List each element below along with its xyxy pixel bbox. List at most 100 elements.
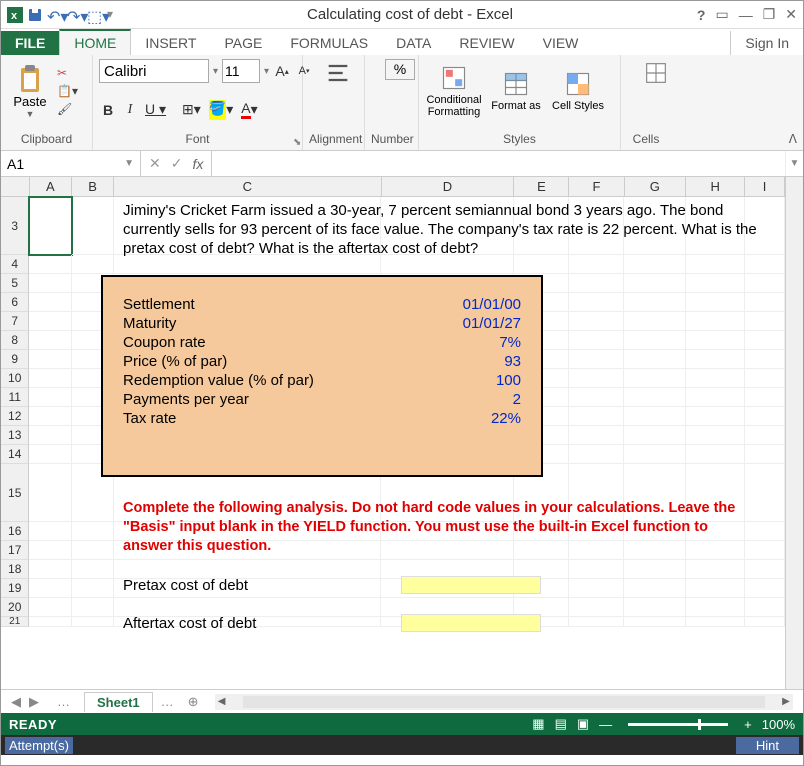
alignment-button[interactable]: [309, 59, 367, 89]
row-header[interactable]: 4: [1, 255, 29, 274]
row-header[interactable]: 7: [1, 312, 29, 331]
view-page-layout-icon[interactable]: ▤: [555, 716, 567, 732]
row-header[interactable]: 13: [1, 426, 29, 445]
input-value[interactable]: 93: [441, 353, 521, 370]
tab-home[interactable]: HOME: [59, 29, 131, 55]
col-header[interactable]: G: [625, 177, 687, 196]
input-label: Settlement: [123, 296, 195, 313]
redo-icon[interactable]: ↷▾: [67, 7, 83, 23]
tab-page[interactable]: PAGE: [210, 31, 276, 55]
zoom-out-icon[interactable]: —: [599, 717, 612, 732]
border-button[interactable]: ⊞▾: [180, 100, 203, 120]
cancel-formula-icon[interactable]: ✕: [149, 155, 161, 172]
scroll-right-icon[interactable]: ▶: [779, 696, 793, 707]
row-header[interactable]: 6: [1, 293, 29, 312]
conditional-formatting-button[interactable]: Conditional Formatting: [425, 64, 483, 118]
tab-file[interactable]: FILE: [1, 31, 59, 55]
col-header[interactable]: C: [114, 177, 382, 196]
view-page-break-icon[interactable]: ▣: [577, 716, 589, 732]
undo-icon[interactable]: ↶▾: [47, 7, 63, 23]
font-color-button[interactable]: A▾: [239, 100, 259, 120]
row-header[interactable]: 17: [1, 541, 29, 560]
bold-button[interactable]: B: [99, 100, 117, 120]
sign-in[interactable]: Sign In: [730, 31, 803, 55]
touch-mode-icon[interactable]: ⬚▾: [87, 7, 103, 23]
row-header[interactable]: 3: [1, 197, 29, 255]
collapse-ribbon-icon[interactable]: ᐱ: [789, 132, 797, 146]
input-value[interactable]: 22%: [441, 410, 521, 427]
expand-formula-bar-icon[interactable]: ▼: [785, 151, 803, 176]
zoom-level[interactable]: 100%: [762, 717, 795, 732]
tab-insert[interactable]: INSERT: [131, 31, 210, 55]
view-normal-icon[interactable]: ▦: [532, 716, 544, 732]
help-icon[interactable]: ?: [697, 7, 706, 23]
name-box-dropdown-icon[interactable]: ▼: [124, 158, 134, 169]
row-header[interactable]: 12: [1, 407, 29, 426]
font-name-select[interactable]: [99, 59, 209, 83]
col-header[interactable]: F: [569, 177, 624, 196]
sheet-nav-prev-icon[interactable]: ◀: [11, 694, 21, 710]
cell-styles-button[interactable]: Cell Styles: [549, 70, 607, 112]
row-header[interactable]: 9: [1, 350, 29, 369]
tab-data[interactable]: DATA: [382, 31, 445, 55]
col-header[interactable]: D: [382, 177, 515, 196]
name-box[interactable]: A1 ▼: [1, 151, 141, 176]
input-value[interactable]: 7%: [441, 334, 521, 351]
add-sheet-icon[interactable]: ⊕: [182, 694, 205, 710]
ribbon-display-icon[interactable]: ▭: [715, 6, 728, 23]
restore-icon[interactable]: ❐: [763, 6, 776, 23]
col-header[interactable]: H: [686, 177, 745, 196]
col-header[interactable]: E: [514, 177, 569, 196]
col-header[interactable]: I: [745, 177, 785, 196]
minimize-icon[interactable]: —: [739, 7, 753, 23]
row-header[interactable]: 16: [1, 522, 29, 541]
row-header[interactable]: 10: [1, 369, 29, 388]
cut-icon[interactable]: ✂: [57, 66, 78, 80]
close-icon[interactable]: ✕: [785, 6, 797, 23]
tab-formulas[interactable]: FORMULAS: [276, 31, 382, 55]
format-as-table-button[interactable]: Format as: [487, 70, 545, 112]
enter-formula-icon[interactable]: ✓: [171, 155, 183, 172]
row-header[interactable]: 18: [1, 560, 29, 579]
pretax-answer-cell[interactable]: [401, 576, 541, 594]
row-header[interactable]: 5: [1, 274, 29, 293]
sheet-tab[interactable]: Sheet1: [84, 692, 153, 712]
row-header[interactable]: 14: [1, 445, 29, 464]
aftertax-answer-cell[interactable]: [401, 614, 541, 632]
underline-button[interactable]: U ▾: [143, 100, 168, 120]
cells-button[interactable]: [627, 59, 685, 89]
paste-button[interactable]: Paste ▼: [7, 64, 53, 119]
vertical-scrollbar[interactable]: [785, 177, 803, 689]
input-value[interactable]: 100: [441, 372, 521, 389]
cell-A3[interactable]: [29, 197, 72, 255]
font-size-select[interactable]: [222, 59, 260, 83]
zoom-in-icon[interactable]: +: [744, 717, 752, 732]
row-header[interactable]: 19: [1, 579, 29, 598]
copy-icon[interactable]: 📋▾: [57, 84, 78, 98]
row-header[interactable]: 20: [1, 598, 29, 617]
hint-button[interactable]: Hint: [736, 737, 799, 754]
format-painter-icon[interactable]: 🖌: [57, 102, 78, 116]
fx-icon[interactable]: fx: [192, 156, 203, 172]
row-header[interactable]: 15: [1, 464, 29, 522]
row-header[interactable]: 8: [1, 331, 29, 350]
row-header[interactable]: 21: [1, 617, 29, 627]
save-icon[interactable]: [27, 7, 43, 23]
input-value[interactable]: 01/01/27: [441, 315, 521, 332]
tab-review[interactable]: REVIEW: [445, 31, 528, 55]
input-value[interactable]: 2: [441, 391, 521, 408]
col-header[interactable]: A: [30, 177, 73, 196]
input-value[interactable]: 01/01/00: [441, 296, 521, 313]
italic-button[interactable]: I: [121, 100, 139, 120]
increase-font-icon[interactable]: A▴: [273, 61, 291, 81]
scroll-left-icon[interactable]: ◀: [215, 696, 229, 707]
sheet-nav-next-icon[interactable]: ▶: [29, 694, 39, 710]
zoom-slider[interactable]: [628, 723, 728, 726]
horizontal-scrollbar[interactable]: ◀ ▶: [215, 694, 793, 710]
row-header[interactable]: 11: [1, 388, 29, 407]
tab-view[interactable]: VIEW: [529, 31, 593, 55]
fill-color-button[interactable]: 🪣▾: [207, 100, 235, 120]
col-header[interactable]: B: [72, 177, 114, 196]
select-all-corner[interactable]: [1, 177, 30, 196]
formula-input[interactable]: [211, 151, 785, 176]
